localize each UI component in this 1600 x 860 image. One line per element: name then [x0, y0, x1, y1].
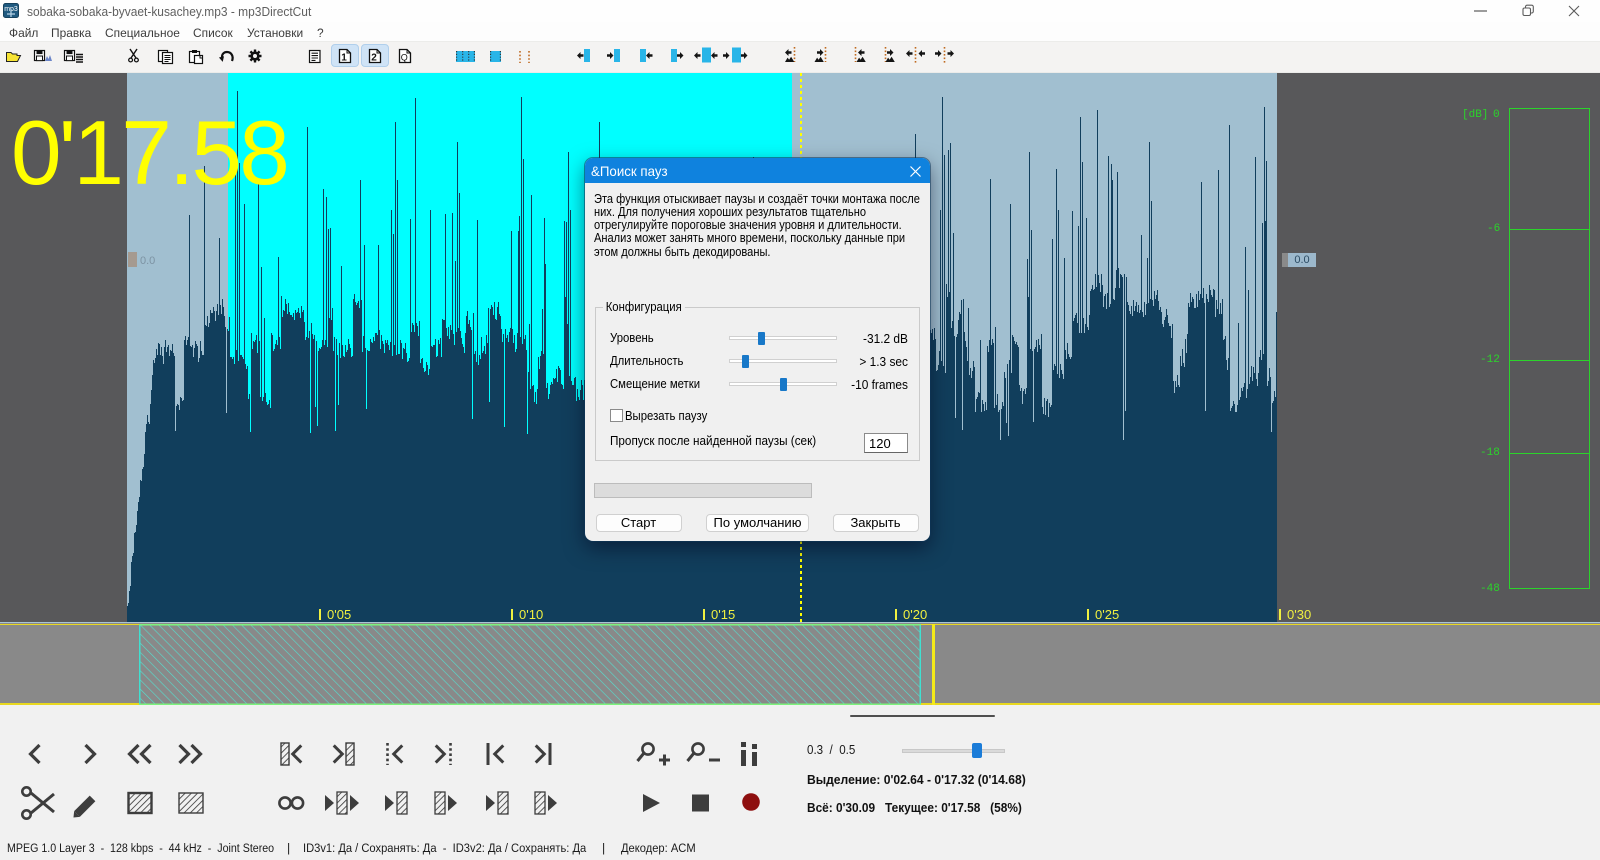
svg-text:Q: Q: [401, 53, 408, 63]
svg-text:1: 1: [341, 53, 347, 64]
svg-text:2: 2: [371, 53, 377, 64]
